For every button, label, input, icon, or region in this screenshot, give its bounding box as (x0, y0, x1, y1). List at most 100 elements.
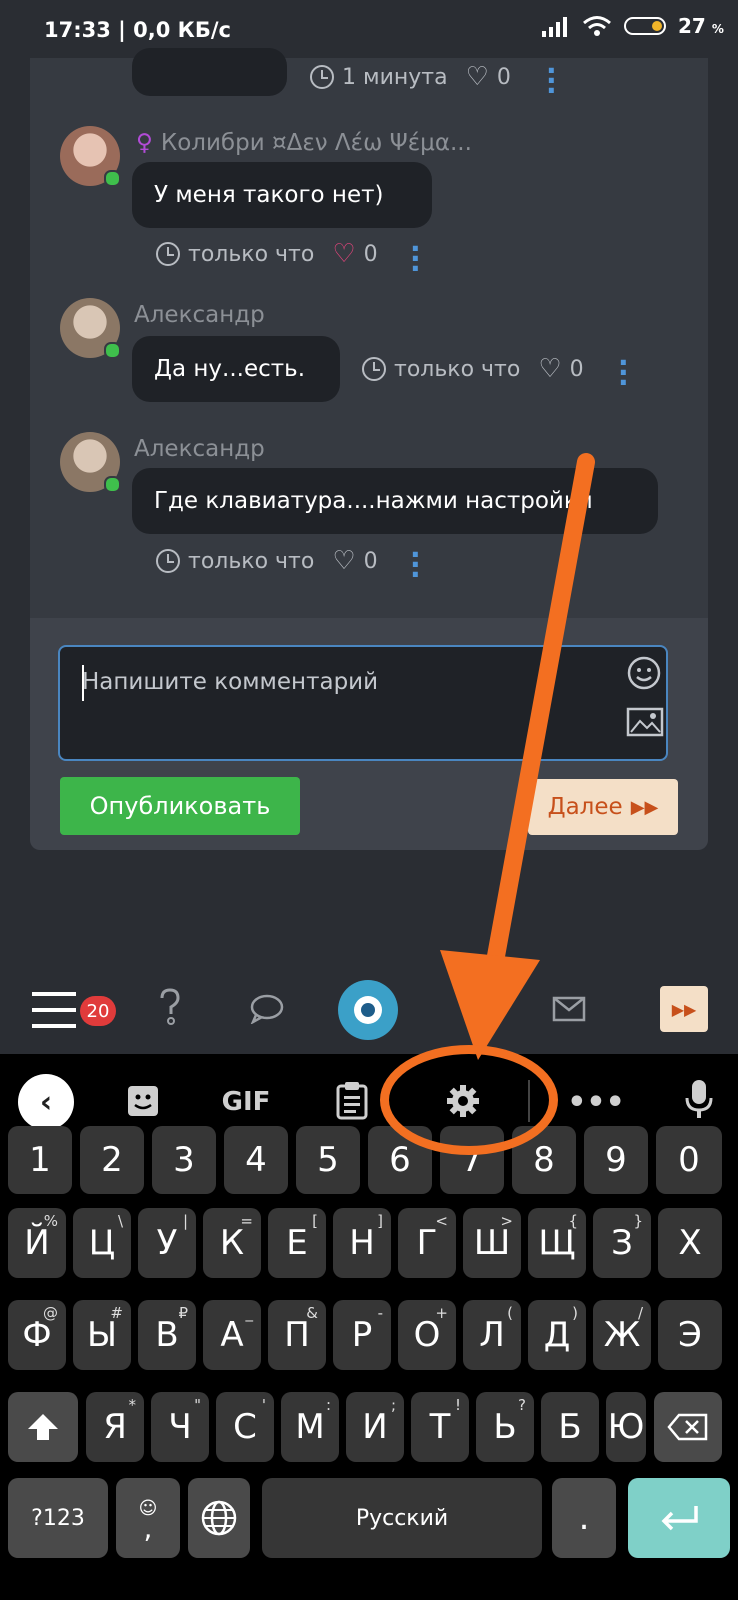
shift-arrow-icon (28, 1414, 58, 1440)
key-letter[interactable]: Г < (398, 1208, 456, 1278)
status-icons: 27% (540, 14, 724, 38)
key-letter[interactable]: Я * (86, 1392, 144, 1462)
next-button[interactable]: Далее ▶▶ (528, 779, 678, 835)
key-3[interactable]: 3 (152, 1126, 216, 1194)
forward-button[interactable]: ▶▶ (660, 986, 708, 1032)
key-letter[interactable]: О + (398, 1300, 456, 1370)
more-options-icon[interactable]: · · · (618, 349, 629, 397)
image-icon[interactable] (626, 707, 664, 737)
key-letter[interactable]: Э (658, 1300, 722, 1370)
shift-key[interactable] (8, 1392, 78, 1462)
like-heart-icon[interactable]: ♡ (538, 356, 561, 382)
author-name[interactable]: ♀ Колибри ¤Δεν Λέω Ψέμα... (136, 130, 472, 156)
key-letter[interactable]: П & (268, 1300, 326, 1370)
keyboard-back-button[interactable]: ‹ (18, 1074, 74, 1130)
publish-button[interactable]: Опубликовать (60, 777, 300, 835)
key-letter[interactable]: Н] (333, 1208, 391, 1278)
app-logo-icon[interactable] (338, 980, 398, 1040)
status-time: 17:33 | 0,0 КБ/с (44, 18, 231, 42)
key-1[interactable]: 1 (8, 1126, 72, 1194)
key-letter[interactable]: З} (593, 1208, 651, 1278)
chat-icon[interactable] (250, 994, 284, 1024)
space-key[interactable]: Русский (262, 1478, 542, 1558)
key-letter[interactable]: Ф @ (8, 1300, 66, 1370)
more-options-icon[interactable]: · · · (410, 541, 421, 589)
microphone-icon[interactable] (684, 1078, 714, 1122)
wifi-icon (583, 16, 611, 36)
key-4[interactable]: 4 (224, 1126, 288, 1194)
messages-icon[interactable] (552, 996, 586, 1022)
message-meta: только что ♡ 0 (156, 241, 378, 267)
globe-icon (201, 1500, 237, 1536)
message-meta: только что ♡ 0 (156, 548, 378, 574)
online-indicator (104, 170, 121, 187)
key-letter[interactable]: Р- (333, 1300, 391, 1370)
sticker-icon[interactable] (126, 1084, 160, 1118)
help-icon[interactable] (158, 988, 182, 1026)
key-letter[interactable]: Ы # (73, 1300, 131, 1370)
enter-key[interactable] (628, 1478, 730, 1558)
key-letter[interactable]: Т! (411, 1392, 469, 1462)
fast-forward-icon: ▶▶ (630, 796, 659, 818)
key-letter[interactable]: У | (138, 1208, 196, 1278)
key-letter[interactable]: В ₽ (138, 1300, 196, 1370)
key-letter[interactable]: Л( (463, 1300, 521, 1370)
message-bubble[interactable] (132, 48, 287, 96)
key-letter[interactable]: Ь? (476, 1392, 534, 1462)
key-letter[interactable]: Щ{ (528, 1208, 586, 1278)
more-options-icon[interactable]: ••• (567, 1082, 625, 1122)
like-heart-icon[interactable]: ♡ (332, 548, 355, 574)
period-key[interactable]: . (552, 1478, 616, 1558)
key-letter[interactable]: К = (203, 1208, 261, 1278)
key-letter[interactable]: Ц \ (73, 1208, 131, 1278)
more-options-icon[interactable]: · · · (546, 57, 557, 105)
symbols-key[interactable]: ?123 (8, 1478, 108, 1558)
like-heart-icon[interactable]: ♡ (466, 64, 489, 90)
key-letter[interactable]: С ' (216, 1392, 274, 1462)
message-meta: только что ♡ 0 (362, 356, 584, 382)
gif-button[interactable]: GIF (216, 1082, 276, 1122)
key-letter[interactable]: Ч " (151, 1392, 209, 1462)
clipboard-icon[interactable] (336, 1080, 368, 1120)
key-letter[interactable]: Е[ (268, 1208, 326, 1278)
like-heart-icon[interactable]: ♡ (332, 241, 355, 267)
clock-icon (156, 242, 180, 266)
backspace-icon (667, 1413, 708, 1441)
fast-forward-icon: ▶▶ (671, 999, 697, 1019)
menu-icon[interactable] (32, 990, 76, 1030)
key-letter[interactable]: Б (541, 1392, 599, 1462)
author-name[interactable]: Александр (134, 436, 265, 462)
key-letter[interactable]: Ш > (463, 1208, 521, 1278)
status-bar: 17:33 | 0,0 КБ/с 27% (0, 0, 738, 58)
key-9[interactable]: 9 (584, 1126, 648, 1194)
enter-arrow-icon (661, 1506, 698, 1531)
key-2[interactable]: 2 (80, 1126, 144, 1194)
key-letter[interactable]: Д) (528, 1300, 586, 1370)
language-key[interactable] (188, 1478, 250, 1558)
key-letter[interactable]: Ж / (593, 1300, 651, 1370)
author-name[interactable]: Александр (134, 302, 265, 328)
comma-emoji-key[interactable]: ☺, (116, 1478, 180, 1558)
key-letter[interactable]: И; (346, 1392, 404, 1462)
key-5[interactable]: 5 (296, 1126, 360, 1194)
clock-icon (156, 549, 180, 573)
emoji-icon[interactable] (626, 655, 662, 691)
key-0[interactable]: 0 (656, 1126, 722, 1194)
backspace-key[interactable] (654, 1392, 722, 1462)
more-options-icon[interactable]: · · · (410, 235, 421, 283)
key-letter[interactable]: Й% (8, 1208, 66, 1278)
online-indicator (104, 342, 121, 359)
key-letter[interactable]: М: (281, 1392, 339, 1462)
comment-placeholder: Напишите комментарий (82, 669, 379, 695)
key-letter[interactable]: Х (658, 1208, 722, 1278)
key-letter[interactable]: Ю (606, 1392, 646, 1462)
message-bubble[interactable]: Да ну...есть. (132, 336, 340, 402)
message-bubble[interactable]: Где клавиатура....нажми настройки (132, 468, 658, 534)
comment-input[interactable]: Напишите комментарий (58, 645, 668, 761)
annotation-circle (380, 1045, 558, 1155)
comments-panel: 1 минута ♡ 0 · · · ♀ Колибри ¤Δεν Λέω Ψέμα.… (30, 48, 708, 618)
key-letter[interactable]: А _ (203, 1300, 261, 1370)
message-bubble[interactable]: У меня такого нет) (132, 162, 432, 228)
battery-level: 27% (678, 14, 724, 38)
clock-icon (362, 357, 386, 381)
